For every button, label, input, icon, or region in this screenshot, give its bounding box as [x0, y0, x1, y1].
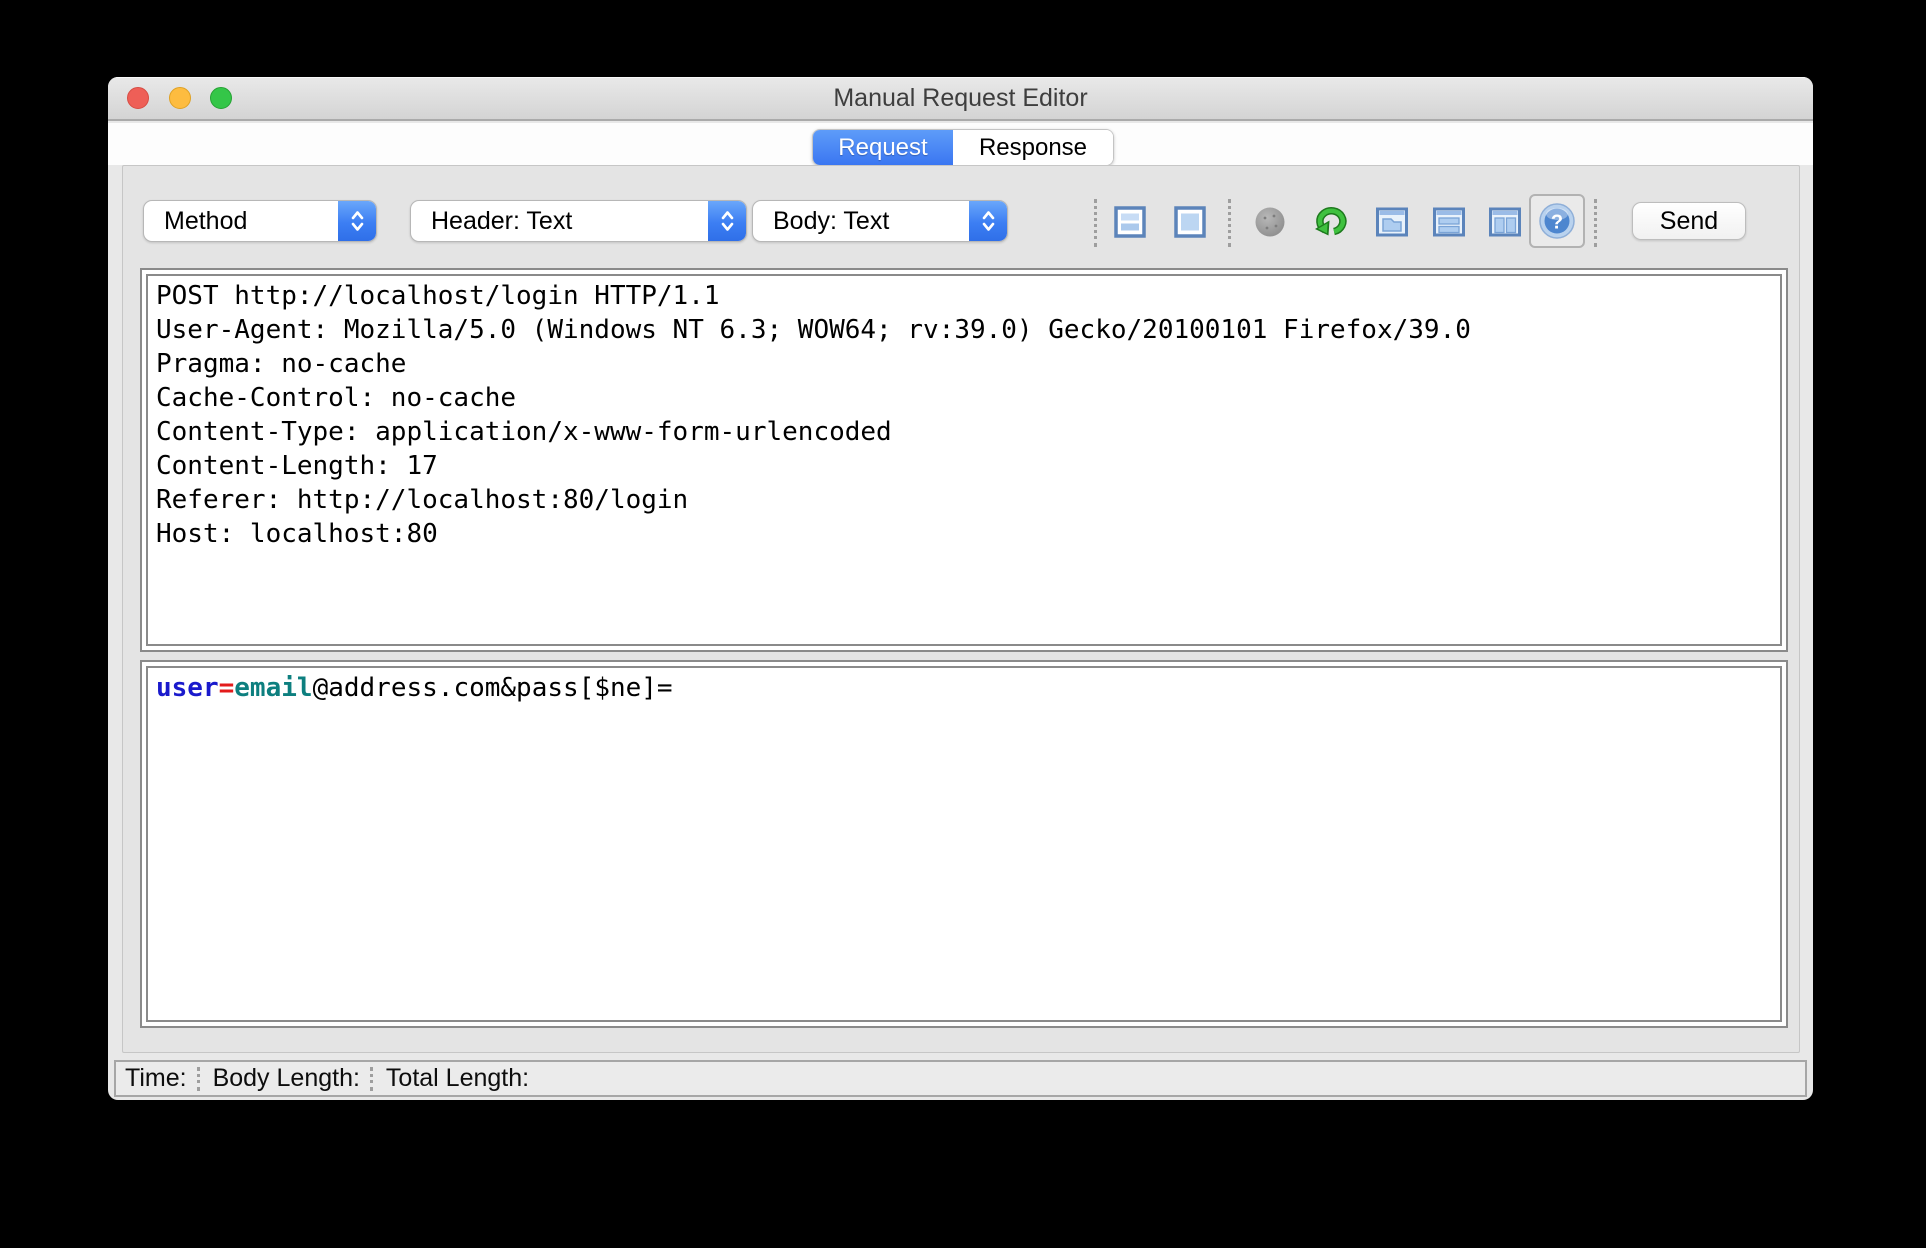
- record-disabled-icon: [1255, 207, 1285, 237]
- statusbar-separator: [369, 1066, 373, 1091]
- help-icon: ?: [1539, 203, 1575, 239]
- combined-view-icon: [1114, 206, 1146, 238]
- statusbar-separator: [196, 1066, 200, 1091]
- header-line: Cache-Control: no-cache: [156, 383, 517, 413]
- body-param-name: user: [156, 673, 219, 703]
- chevron-up-down-icon: [969, 201, 1007, 241]
- request-body-editor[interactable]: user=email@address.com&pass[$ne]=: [140, 660, 1788, 1028]
- follow-redirects-button[interactable]: [1314, 204, 1350, 239]
- status-bar: Time: Body Length: Total Length:: [114, 1060, 1807, 1097]
- close-button[interactable]: [127, 87, 149, 109]
- request-response-tabs: Request Response: [812, 129, 1114, 166]
- method-dropdown-label: Method: [164, 206, 248, 235]
- header-line: Host: localhost:80: [156, 519, 438, 549]
- header-line: POST http://localhost/login HTTP/1.1: [156, 281, 720, 311]
- body-length-label: Body Length:: [212, 1064, 360, 1092]
- request-header-text[interactable]: POST http://localhost/login HTTP/1.1 User…: [146, 274, 1782, 646]
- svg-text:?: ?: [1551, 212, 1563, 234]
- request-body-text[interactable]: user=email@address.com&pass[$ne]=: [146, 666, 1782, 1022]
- header-format-dropdown[interactable]: Header: Text: [410, 200, 747, 242]
- follow-redirects-icon: [1315, 207, 1347, 236]
- time-label: Time:: [125, 1064, 187, 1092]
- combined-view-button[interactable]: [1113, 205, 1147, 239]
- single-view-button[interactable]: [1173, 205, 1207, 239]
- title-bar[interactable]: Manual Request Editor: [108, 77, 1813, 121]
- horizontal-split-view-button[interactable]: [1432, 205, 1466, 239]
- window-title: Manual Request Editor: [833, 84, 1088, 112]
- record-disabled-button[interactable]: [1254, 206, 1286, 238]
- header-line: Content-Type: application/x-www-form-url…: [156, 417, 892, 447]
- body-equals: =: [218, 673, 235, 703]
- horizontal-split-view-icon: [1433, 207, 1465, 237]
- tab-request[interactable]: Request: [813, 130, 953, 165]
- header-line: User-Agent: Mozilla/5.0 (Windows NT 6.3;…: [156, 315, 1471, 345]
- method-dropdown[interactable]: Method: [143, 200, 377, 242]
- zoom-button[interactable]: [210, 87, 232, 109]
- tab-strip: Request Response: [108, 123, 1813, 166]
- header-format-dropdown-label: Header: Text: [431, 206, 573, 235]
- single-view-icon: [1174, 206, 1206, 238]
- toolbar-separator: [1228, 199, 1231, 247]
- total-length-label: Total Length:: [385, 1064, 530, 1092]
- body-format-dropdown[interactable]: Body: Text: [752, 200, 1008, 242]
- tab-response[interactable]: Response: [953, 130, 1113, 165]
- header-line: Referer: http://localhost:80/login: [156, 485, 689, 515]
- manual-request-editor-window: Manual Request Editor Request Response M…: [108, 77, 1813, 1100]
- request-header-editor[interactable]: POST http://localhost/login HTTP/1.1 User…: [140, 268, 1788, 652]
- body-param-value: email: [234, 673, 313, 703]
- tab-view-button[interactable]: [1375, 205, 1409, 239]
- toolbar-separator: [1094, 199, 1097, 247]
- body-format-dropdown-label: Body: Text: [773, 206, 890, 235]
- tab-view-icon: [1376, 207, 1408, 237]
- help-button[interactable]: ?: [1529, 194, 1585, 248]
- toolbar-separator: [1594, 199, 1597, 247]
- body-remainder: @address.com&pass[$ne]=: [312, 673, 673, 703]
- vertical-split-view-icon: [1489, 207, 1521, 237]
- vertical-split-view-button[interactable]: [1488, 205, 1522, 239]
- header-line: Pragma: no-cache: [156, 349, 407, 379]
- desktop-background: Manual Request Editor Request Response M…: [0, 0, 1926, 1248]
- header-line: Content-Length: 17: [156, 451, 438, 481]
- minimize-button[interactable]: [169, 87, 191, 109]
- send-button[interactable]: Send: [1632, 202, 1746, 240]
- chevron-up-down-icon: [338, 201, 376, 241]
- chevron-up-down-icon: [708, 201, 746, 241]
